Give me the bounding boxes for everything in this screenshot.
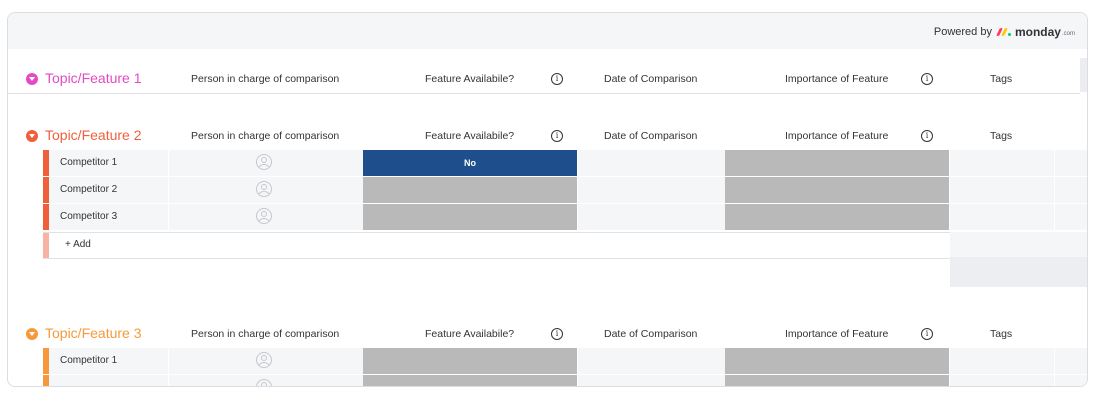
item-name-cell[interactable]: Competitor 3 (49, 204, 168, 230)
tags-cell[interactable] (950, 177, 1054, 203)
scrollbar[interactable] (1080, 58, 1087, 92)
status-cell[interactable] (363, 204, 577, 230)
person-cell[interactable] (169, 177, 363, 203)
date-cell[interactable] (578, 204, 725, 230)
table-row[interactable]: Competitor 1 (43, 348, 1087, 374)
row-color-bar (43, 233, 49, 258)
tags-cell[interactable] (950, 348, 1054, 374)
group-header-2: Topic/Feature 2 Person in charge of comp… (8, 123, 1087, 149)
table-row[interactable]: Competitor 2 (43, 177, 1087, 203)
column-header-person[interactable]: Person in charge of comparison (191, 130, 339, 142)
powered-by-label: Powered by (933, 26, 992, 38)
column-header-date[interactable]: Date of Comparison (604, 130, 697, 142)
info-icon[interactable]: i (921, 328, 933, 340)
item-name: Competitor 3 (60, 211, 118, 222)
powered-by[interactable]: Powered by monday .com (934, 25, 1075, 39)
add-item-row[interactable]: + Add (43, 232, 950, 259)
column-header-feature[interactable]: Feature Availabile? (425, 328, 514, 340)
item-name-cell[interactable]: Competitor 1 (49, 348, 168, 374)
importance-cell[interactable] (725, 204, 949, 230)
item-name: Competitor 1 (60, 355, 118, 366)
item-name-cell[interactable]: Competitor 1 (49, 150, 168, 176)
summary-cell (950, 232, 1087, 257)
person-cell[interactable] (169, 150, 363, 176)
info-icon[interactable]: i (921, 130, 933, 142)
avatar-placeholder-icon[interactable] (256, 181, 272, 197)
date-cell[interactable] (578, 375, 725, 386)
collapse-chevron-icon[interactable] (26, 130, 38, 142)
avatar-placeholder-icon[interactable] (256, 154, 272, 170)
extra-cell (1055, 204, 1087, 230)
column-header-feature[interactable]: Feature Availabile? (425, 130, 514, 142)
top-bar: Powered by monday .com (8, 13, 1087, 49)
table-row[interactable]: Competitor 3 (43, 204, 1087, 230)
importance-cell[interactable] (725, 177, 949, 203)
extra-cell (1055, 375, 1087, 386)
status-cell[interactable] (363, 177, 577, 203)
avatar-placeholder-icon[interactable] (256, 352, 272, 368)
status-cell[interactable] (363, 375, 577, 386)
importance-cell[interactable] (725, 348, 949, 374)
avatar-placeholder-icon[interactable] (256, 208, 272, 224)
column-header-date[interactable]: Date of Comparison (604, 73, 697, 85)
column-header-person[interactable]: Person in charge of comparison (191, 328, 339, 340)
extra-cell (1055, 348, 1087, 374)
importance-cell[interactable] (725, 150, 949, 176)
status-cell[interactable] (363, 348, 577, 374)
column-header-importance[interactable]: Importance of Feature (785, 73, 888, 85)
column-header-tags[interactable]: Tags (990, 328, 1012, 340)
info-icon[interactable]: i (551, 73, 563, 85)
extra-cell (1055, 150, 1087, 176)
person-cell[interactable] (169, 204, 363, 230)
avatar-placeholder-icon[interactable] (256, 379, 272, 386)
collapse-chevron-icon[interactable] (26, 73, 38, 85)
tags-cell[interactable] (950, 375, 1054, 386)
column-header-importance[interactable]: Importance of Feature (785, 130, 888, 142)
group-title[interactable]: Topic/Feature 3 (45, 325, 142, 341)
importance-cell[interactable] (725, 375, 949, 386)
person-cell[interactable] (169, 348, 363, 374)
column-header-feature[interactable]: Feature Availabile? (425, 73, 514, 85)
monday-logo-icon (996, 28, 1012, 36)
group-title[interactable]: Topic/Feature 2 (45, 127, 142, 143)
item-name: Competitor 2 (60, 184, 118, 195)
group-header-1: Topic/Feature 1 Person in charge of comp… (8, 66, 1087, 92)
monday-logo-suffix: .com (1061, 30, 1075, 37)
status-cell[interactable]: No (363, 150, 577, 176)
person-cell[interactable] (169, 375, 363, 386)
date-cell[interactable] (578, 177, 725, 203)
summary-cell (950, 257, 1087, 287)
column-header-importance[interactable]: Importance of Feature (785, 328, 888, 340)
group-title[interactable]: Topic/Feature 1 (45, 70, 142, 86)
info-icon[interactable]: i (551, 130, 563, 142)
divider (8, 93, 1080, 94)
date-cell[interactable] (578, 348, 725, 374)
tags-cell[interactable] (950, 204, 1054, 230)
info-icon[interactable]: i (551, 328, 563, 340)
column-header-tags[interactable]: Tags (990, 73, 1012, 85)
add-item-button[interactable]: + Add (65, 239, 91, 250)
column-header-person[interactable]: Person in charge of comparison (191, 73, 339, 85)
board-frame: Powered by monday .com Topic/Feature 1 P… (7, 12, 1088, 387)
table-row[interactable] (43, 375, 1087, 386)
column-header-tags[interactable]: Tags (990, 130, 1012, 142)
item-name: Competitor 1 (60, 157, 118, 168)
collapse-chevron-icon[interactable] (26, 328, 38, 340)
monday-logo-text: monday (1014, 25, 1061, 39)
item-name-cell[interactable]: Competitor 2 (49, 177, 168, 203)
extra-cell (1055, 177, 1087, 203)
item-name-cell[interactable] (49, 375, 168, 386)
date-cell[interactable] (578, 150, 725, 176)
table-row[interactable]: Competitor 1 No (43, 150, 1087, 176)
info-icon[interactable]: i (921, 73, 933, 85)
group-header-3: Topic/Feature 3 Person in charge of comp… (8, 321, 1087, 347)
tags-cell[interactable] (950, 150, 1054, 176)
column-header-date[interactable]: Date of Comparison (604, 328, 697, 340)
